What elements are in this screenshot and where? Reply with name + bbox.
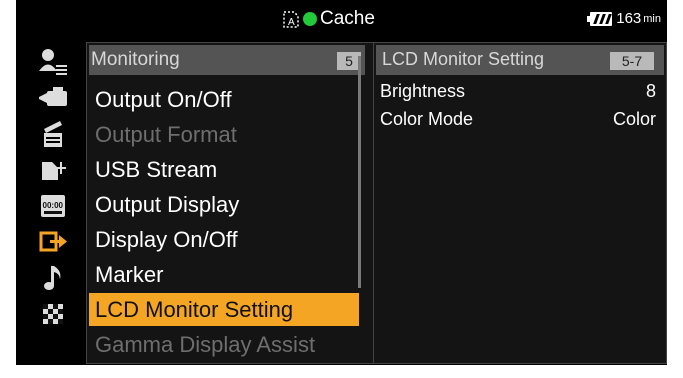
battery-unit: min — [643, 12, 661, 25]
media-icon[interactable] — [30, 152, 76, 188]
user-menu-icon[interactable] — [30, 44, 76, 80]
media-card-icon: A — [281, 9, 301, 29]
menu-item-output-format[interactable]: Output Format — [89, 118, 359, 151]
menu-item-output-display[interactable]: Output Display — [89, 188, 359, 221]
battery-status: 163 min — [587, 10, 661, 27]
setting-label: Color Mode — [380, 109, 474, 129]
svg-text:00:00: 00:00 — [43, 201, 64, 210]
svg-text:A: A — [288, 17, 295, 28]
status-bar: A Cache 163 min — [16, 0, 667, 38]
monitoring-menu: Monitoring 5 Output On/Off Output Format… — [86, 42, 374, 364]
panel-title: LCD Monitor Setting — [382, 49, 545, 69]
menu-item-lcd-monitor-setting[interactable]: LCD Monitor Setting — [89, 293, 359, 326]
setting-row-brightness[interactable]: Brightness 8 — [380, 81, 664, 109]
menu-item-usb-stream[interactable]: USB Stream — [89, 153, 359, 186]
audio-note-icon[interactable] — [30, 260, 76, 296]
setting-label: Brightness — [380, 81, 466, 101]
setting-value: 8 — [645, 81, 656, 101]
output-icon[interactable] — [30, 224, 76, 260]
checkerboard-icon[interactable] — [30, 296, 76, 332]
clapperboard-icon[interactable] — [30, 116, 76, 152]
menu-header: Monitoring 5 — [89, 45, 365, 75]
record-indicator-icon — [303, 12, 317, 26]
battery-icon — [587, 11, 613, 26]
camera-settings-icon[interactable] — [30, 80, 76, 116]
menu-item-marker[interactable]: Marker — [89, 258, 359, 291]
menu-scrollbar[interactable] — [358, 56, 361, 288]
status-label: Cache — [320, 8, 375, 29]
lcd-monitor-setting-panel: LCD Monitor Setting 5-7 Brightness 8 Col… — [373, 42, 667, 364]
panel-header: LCD Monitor Setting 5-7 — [376, 45, 664, 75]
menu-item-display-on-off[interactable]: Display On/Off — [89, 223, 359, 256]
camera-menu-screen: A Cache 163 min 00:00 Monitoring 5 Outpu… — [16, 0, 667, 365]
menu-item-gamma-display-assist[interactable]: Gamma Display Assist — [89, 328, 359, 361]
setting-row-color-mode[interactable]: Color Mode Color — [380, 109, 664, 137]
battery-remaining: 163 — [616, 10, 642, 27]
menu-title: Monitoring — [91, 49, 180, 70]
setting-value: Color — [612, 109, 656, 129]
menu-item-output-on-off[interactable]: Output On/Off — [89, 83, 359, 116]
timecode-icon[interactable]: 00:00 — [30, 188, 76, 224]
status-center: A Cache — [281, 7, 375, 31]
panel-page-badge: 5-7 — [610, 52, 654, 70]
